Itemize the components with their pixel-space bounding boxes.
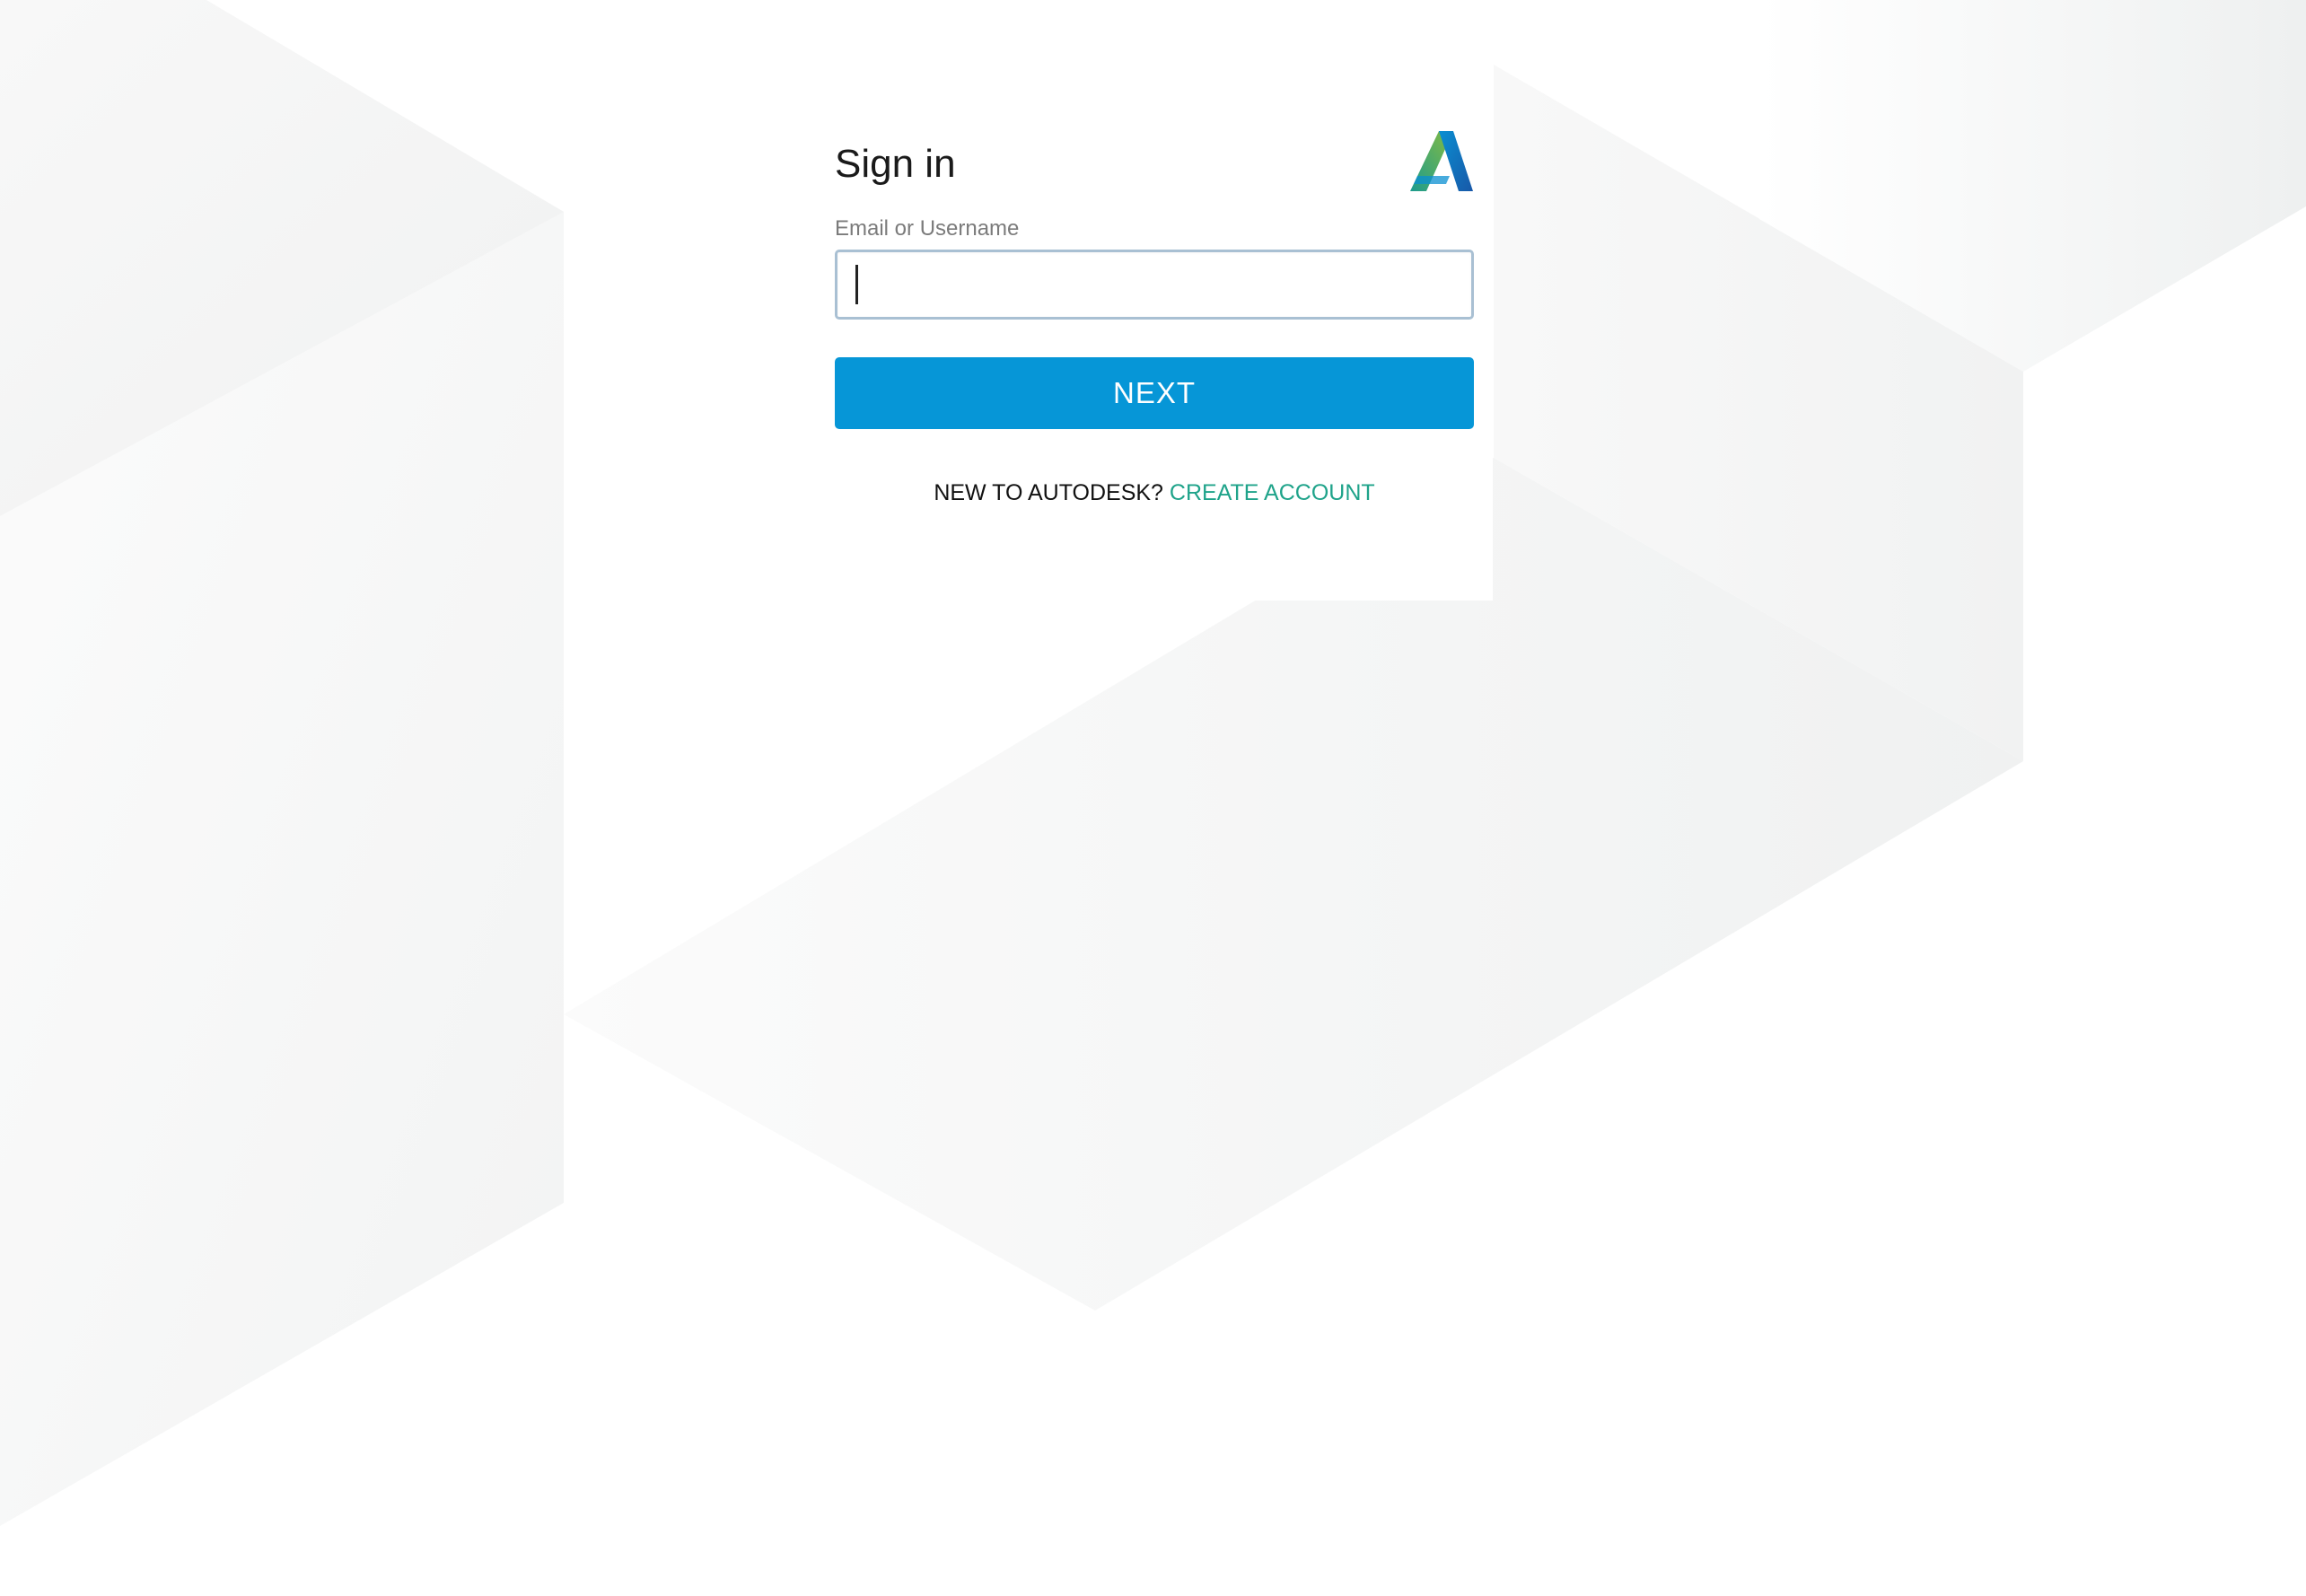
text-caret bbox=[855, 265, 858, 304]
new-user-text: NEW TO AUTODESK? bbox=[934, 480, 1163, 505]
signup-row: NEW TO AUTODESK? CREATE ACCOUNT bbox=[835, 478, 1474, 507]
page-title: Sign in bbox=[835, 142, 956, 186]
next-button[interactable]: NEXT bbox=[835, 357, 1474, 429]
email-label: Email or Username bbox=[835, 216, 1020, 241]
autodesk-logo-icon bbox=[1410, 131, 1473, 191]
create-account-link[interactable]: CREATE ACCOUNT bbox=[1170, 480, 1375, 505]
email-field[interactable] bbox=[835, 250, 1474, 320]
